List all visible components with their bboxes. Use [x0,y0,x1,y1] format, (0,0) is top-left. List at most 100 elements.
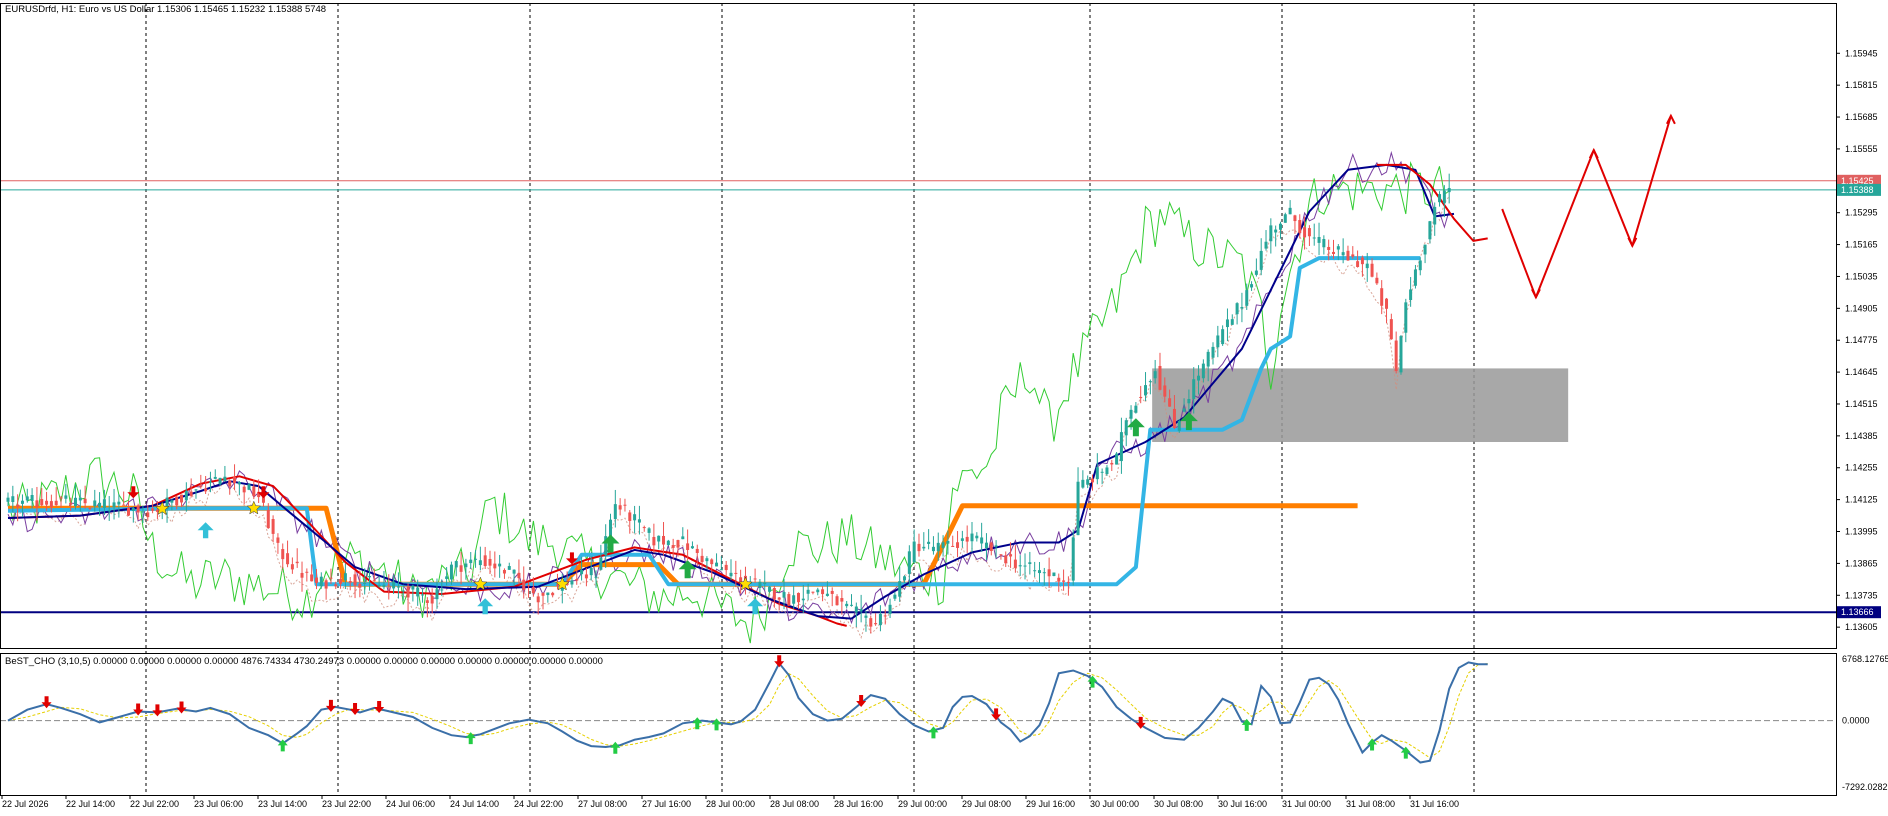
candle-body [878,613,882,626]
time-label: 31 Jul 00:00 [1282,799,1331,809]
time-label: 31 Jul 08:00 [1346,799,1395,809]
candle-body [922,546,926,549]
osc-tick-label: -7292.02829 [1842,782,1888,792]
candle-body [300,572,304,578]
candle-body [1071,537,1075,581]
candle-body [1394,340,1398,372]
candle-body [652,536,656,546]
candle-body [54,500,58,506]
candle-body [170,500,174,503]
candle-body [710,559,714,565]
candle-body [946,540,950,544]
candle-body [1042,572,1046,574]
candle-body [98,502,102,507]
candle-body [907,551,911,574]
candle-body [1283,214,1287,223]
candle-body [657,535,661,542]
candle-body [1409,289,1413,300]
candle-body [777,597,781,600]
candle-body [1380,288,1384,306]
candle-body [1413,269,1417,286]
time-label: 31 Jul 16:00 [1410,799,1459,809]
candle-body [396,586,400,588]
candle-body [1240,307,1244,309]
candle-body [334,584,338,587]
candle-body [898,581,902,597]
candle-body [541,592,545,596]
time-label: 29 Jul 08:00 [962,799,1011,809]
time-label: 23 Jul 22:00 [322,799,371,809]
candle-body [199,485,203,487]
candle-body [546,592,550,596]
candle-body [204,488,208,492]
candle-body [903,576,907,581]
candle-body [1269,225,1273,242]
candle-body [840,598,844,602]
candle-body [927,541,931,544]
candle-body [984,542,988,549]
candle-body [1428,221,1432,240]
candle-body [493,563,497,569]
symbol-info: EURUSDrfd, H1: Euro vs US Dollar 1.15306… [5,4,326,15]
candle-body [1293,215,1297,222]
candle-body [411,585,415,590]
candle-body [469,559,473,564]
candle-body [112,502,116,508]
candle [1071,529,1075,586]
candle-body [151,508,155,511]
candle-body [951,545,955,547]
candle-body [589,568,593,576]
candle-body [956,542,960,548]
candle-body [1259,250,1263,270]
candle-body [6,497,10,502]
candle-body [1206,351,1210,367]
candle-body [425,600,429,604]
candle-body [816,589,820,593]
candle-body [893,594,897,599]
candle-body [1187,398,1191,404]
candle-body [999,554,1003,556]
candle-body [1221,329,1225,345]
candle-body [1119,432,1123,462]
candle-body [1018,565,1022,567]
candle-body [522,579,526,590]
candle-body [647,528,651,533]
candle-body [1433,206,1437,225]
candle-body [1062,580,1066,582]
candle-body [11,496,15,502]
time-label: 27 Jul 08:00 [578,799,627,809]
price-tick-label: 1.15945 [1845,48,1878,58]
candle-body [1081,479,1085,488]
candle-body [633,514,637,521]
candle-body [1091,478,1094,483]
candle-body [83,498,87,504]
candle-body [237,482,241,485]
price-tick-label: 1.14515 [1845,399,1878,409]
candle-body [1418,260,1422,271]
candle-body [1100,471,1104,473]
time-label: 28 Jul 16:00 [834,799,883,809]
candle-body [445,576,449,579]
candle-body [276,537,280,543]
candle-body [1076,481,1080,536]
time-label: 23 Jul 14:00 [258,799,307,809]
price-chart[interactable]: 6768.12765 0.0000 -7292.02829 1.15945 1.158… [0,0,1888,816]
candle-body [613,504,617,520]
candle-body [218,477,222,485]
candle-body [618,505,622,510]
candle-body [1182,408,1186,412]
candle-body [430,596,434,604]
candle-body [363,582,367,584]
candle-body [671,545,675,548]
candle [1115,451,1119,465]
candle-body [912,541,916,563]
candle-body [1375,277,1379,284]
price-tick-label: 1.15555 [1845,144,1878,154]
candle-body [102,499,106,509]
candle-body [994,545,998,547]
price-tick-label: 1.13995 [1845,527,1878,537]
candle-body [194,489,198,491]
candle-body [570,580,574,585]
candle-body [1370,263,1374,277]
candle-body [1264,241,1268,249]
